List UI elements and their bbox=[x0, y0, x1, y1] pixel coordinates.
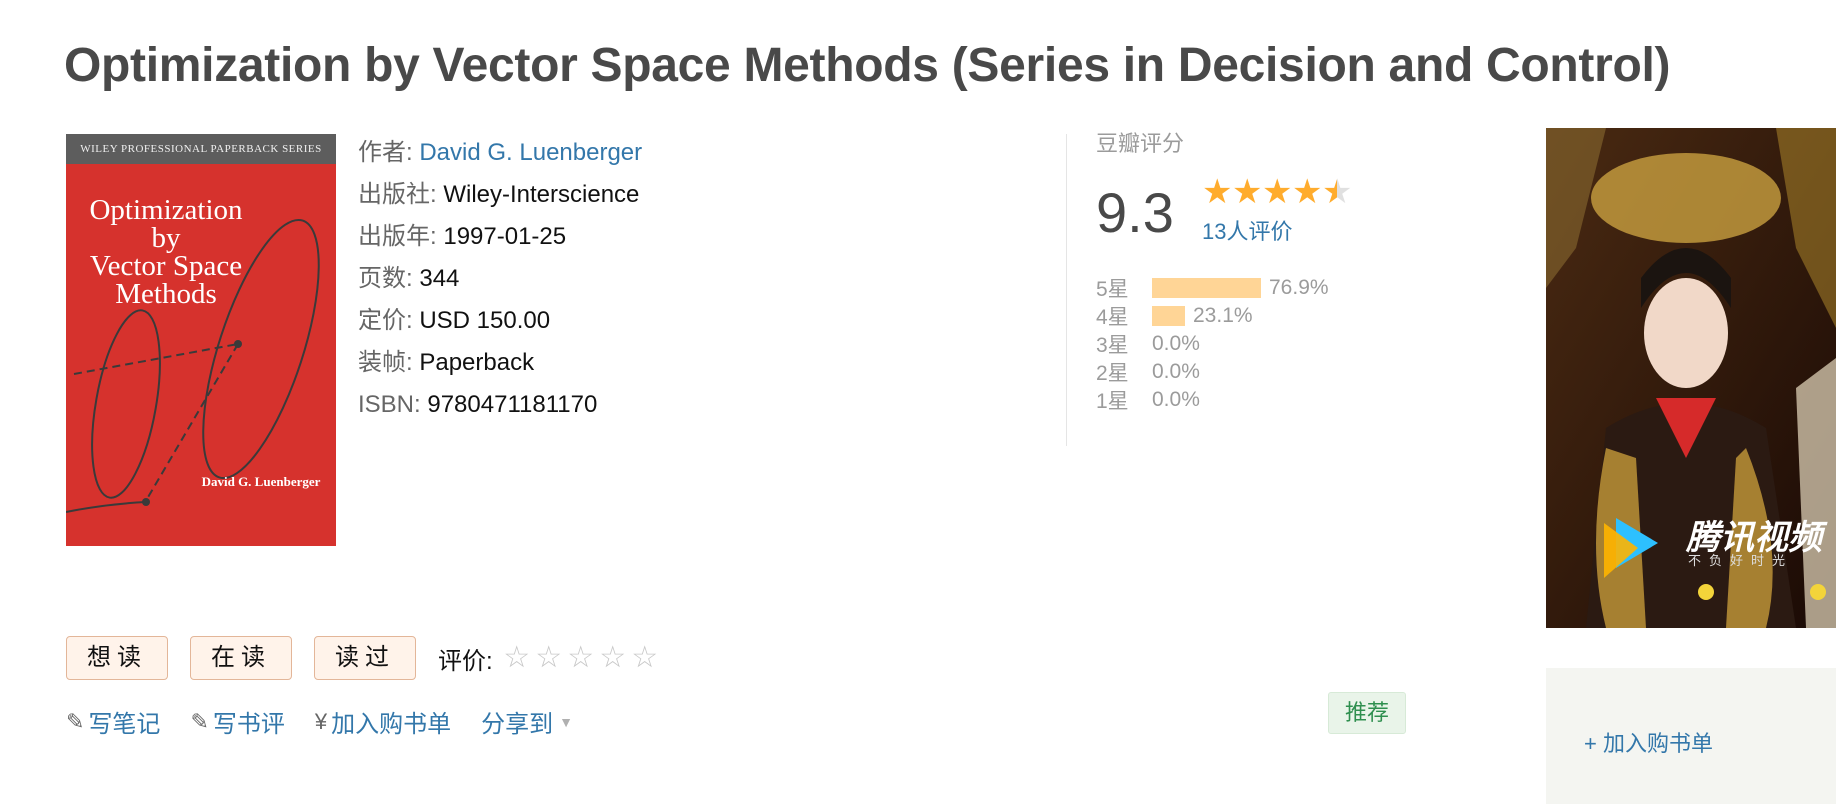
recommend-button[interactable]: 推荐 bbox=[1328, 692, 1407, 734]
link-label: 写笔记 bbox=[88, 711, 161, 738]
info-key: 装帧: bbox=[358, 349, 413, 376]
info-value: Paperback bbox=[419, 349, 535, 376]
info-key: 页数: bbox=[358, 265, 413, 292]
star-icon: ★ bbox=[1232, 173, 1263, 211]
rating-panel: 豆瓣评分 9.3 ★ ★ ★ ★ ★ 13人评价 5星 76.9% 4星 23.… bbox=[1096, 128, 1396, 413]
info-value: 344 bbox=[419, 265, 460, 292]
info-pages: 页数: 344 bbox=[358, 258, 642, 300]
info-key: 出版年: bbox=[358, 223, 437, 250]
dist-percent: 23.1% bbox=[1193, 304, 1253, 327]
dist-bar bbox=[1152, 278, 1261, 298]
side-panel: + 加入购书单 bbox=[1546, 668, 1836, 804]
rate-star-icon[interactable]: ☆ bbox=[533, 636, 565, 680]
dist-row: 5星 76.9% bbox=[1096, 274, 1329, 302]
add-cart-link[interactable]: ¥ 加入购书单 bbox=[315, 704, 451, 739]
info-publisher: 出版社: Wiley-Interscience bbox=[358, 174, 642, 216]
info-key: 定价: bbox=[358, 307, 413, 334]
dist-label: 4星 bbox=[1096, 306, 1129, 329]
author-link[interactable]: David G. Luenberger bbox=[419, 139, 642, 166]
info-key: 作者: bbox=[358, 139, 413, 166]
rate-star-icon[interactable]: ☆ bbox=[597, 636, 629, 680]
info-value: Wiley-Interscience bbox=[443, 181, 640, 208]
rate-star-icon[interactable]: ☆ bbox=[629, 636, 661, 680]
reading-button[interactable]: 在读 bbox=[190, 636, 292, 680]
dist-label: 5星 bbox=[1096, 278, 1129, 301]
rating-score: 9.3 bbox=[1096, 181, 1174, 244]
star-icon: ★ bbox=[1292, 173, 1323, 211]
dist-percent: 0.0% bbox=[1152, 360, 1200, 383]
write-review-link[interactable]: ✎ 写书评 bbox=[190, 704, 284, 739]
pencil-icon: ✎ bbox=[66, 708, 85, 734]
dist-row: 2星 0.0% bbox=[1096, 358, 1329, 386]
caret-down-icon: ▼ bbox=[559, 713, 573, 730]
info-binding: 装帧: Paperback bbox=[358, 342, 642, 384]
cover-author: David G. Luenberger bbox=[201, 474, 321, 489]
info-key: 出版社: bbox=[358, 181, 437, 208]
dist-label: 3星 bbox=[1096, 334, 1129, 357]
info-author: 作者: David G. Luenberger bbox=[358, 132, 642, 174]
info-value: 1997-01-25 bbox=[443, 223, 567, 250]
ad-banner[interactable]: 腾讯视频 不负好时光 bbox=[1546, 128, 1836, 628]
dist-percent: 0.0% bbox=[1152, 332, 1200, 355]
side-add-cart-link[interactable]: + 加入购书单 bbox=[1584, 726, 1713, 758]
pencil-icon: ✎ bbox=[190, 708, 209, 734]
write-note-link[interactable]: ✎ 写笔记 bbox=[66, 704, 160, 739]
cover-series: WILEY PROFESSIONAL PAPERBACK SERIES bbox=[66, 134, 336, 164]
eval-label: 评价: bbox=[438, 647, 493, 675]
dist-bar bbox=[1152, 306, 1185, 326]
book-info: 作者: David G. Luenberger 出版社: Wiley-Inter… bbox=[358, 132, 642, 426]
want-read-button[interactable]: 想读 bbox=[66, 636, 168, 680]
read-button[interactable]: 读过 bbox=[314, 636, 416, 680]
half-star-icon: ★ bbox=[1322, 173, 1353, 211]
dist-percent: 0.0% bbox=[1152, 388, 1200, 411]
cover-title: Optimization by Vector Space Methods bbox=[66, 194, 266, 310]
info-price: 定价: USD 150.00 bbox=[358, 300, 642, 342]
action-links: ✎ 写笔记 ✎ 写书评 ¥ 加入购书单 分享到 ▼ bbox=[66, 704, 603, 739]
dist-label: 1星 bbox=[1096, 390, 1129, 413]
yen-icon: ¥ bbox=[314, 708, 328, 734]
cover-title-line: Optimization bbox=[89, 194, 243, 226]
rating-label: 豆瓣评分 bbox=[1096, 131, 1185, 156]
book-cover[interactable]: WILEY PROFESSIONAL PAPERBACK SERIES Opti… bbox=[66, 134, 336, 546]
dist-label: 2星 bbox=[1096, 362, 1129, 385]
info-key: ISBN: bbox=[358, 391, 421, 418]
divider bbox=[1066, 134, 1067, 446]
cover-title-line: Methods bbox=[115, 278, 217, 310]
dist-row: 3星 0.0% bbox=[1096, 330, 1329, 358]
info-value: USD 150.00 bbox=[419, 307, 551, 334]
link-label: 加入购书单 bbox=[331, 711, 452, 738]
info-isbn: ISBN: 9780471181170 bbox=[358, 384, 642, 426]
ad-slogan: 不负好时光 bbox=[1688, 553, 1794, 568]
share-link[interactable]: 分享到 ▼ bbox=[481, 704, 573, 739]
action-bar: 想读 在读 读过 评价: ☆ ☆ ☆ ☆ ☆ bbox=[66, 636, 661, 680]
dist-row: 4星 23.1% bbox=[1096, 302, 1329, 330]
dist-percent: 76.9% bbox=[1269, 276, 1329, 299]
star-icon: ★ bbox=[1202, 173, 1233, 211]
dist-row: 1星 0.0% bbox=[1096, 386, 1329, 414]
cover-title-line: by bbox=[151, 222, 181, 254]
info-value: 9780471181170 bbox=[427, 391, 598, 418]
rate-star-icon[interactable]: ☆ bbox=[565, 636, 597, 680]
rating-distribution: 5星 76.9% 4星 23.1% 3星 0.0% 2星 0.0% 1星 0.0… bbox=[1096, 274, 1329, 414]
link-label: 写书评 bbox=[212, 711, 285, 738]
page-title: Optimization by Vector Space Methods (Se… bbox=[64, 39, 1671, 92]
star-icon: ★ bbox=[1262, 173, 1293, 211]
info-year: 出版年: 1997-01-25 bbox=[358, 216, 642, 258]
link-label: 分享到 bbox=[481, 711, 554, 738]
rating-count-link[interactable]: 13人评价 bbox=[1202, 214, 1292, 246]
rate-star-icon[interactable]: ☆ bbox=[501, 636, 533, 680]
rating-stars: ★ ★ ★ ★ ★ bbox=[1202, 172, 1352, 212]
cover-title-line: Vector Space bbox=[89, 250, 243, 282]
